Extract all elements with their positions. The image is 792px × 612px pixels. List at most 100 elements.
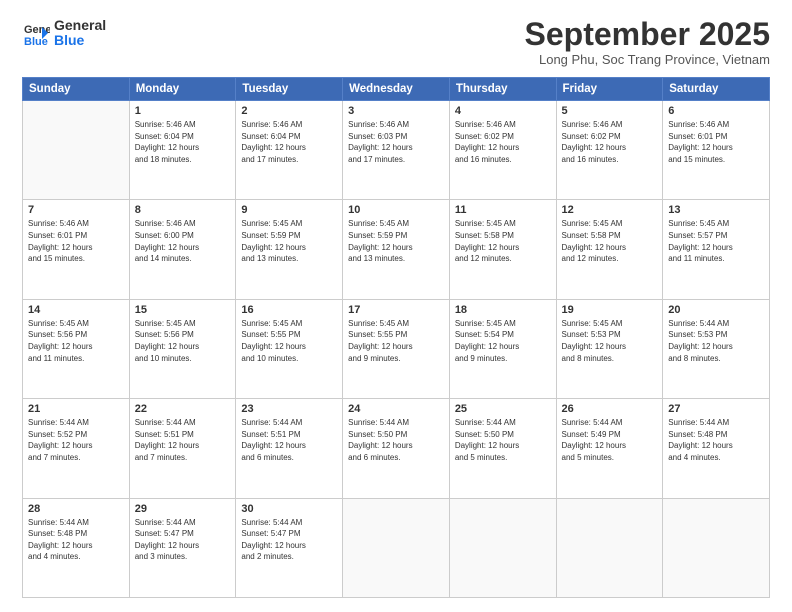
calendar-cell: 10Sunrise: 5:45 AM Sunset: 5:59 PM Dayli… — [343, 200, 450, 299]
calendar-cell: 8Sunrise: 5:46 AM Sunset: 6:00 PM Daylig… — [129, 200, 236, 299]
title-area: September 2025 Long Phu, Soc Trang Provi… — [525, 18, 770, 67]
calendar-cell: 12 Sunrise: 5:45 AM Sunset: 5:58 PM Dayli… — [556, 200, 663, 299]
cell-info-text: Sunrise: 5:44 AM Sunset: 5:48 PM Dayligh… — [28, 517, 124, 563]
cell-date-number: 3 — [348, 105, 444, 117]
cell-date-number: 19 — [562, 304, 658, 316]
calendar-week-row: 1 Sunrise: 5:46 AM Sunset: 6:04 PM Daylig… — [23, 101, 770, 200]
header: General Blue General Blue September 2025… — [22, 18, 770, 67]
calendar-cell: 5Sunrise: 5:46 AM Sunset: 6:02 PM Daylig… — [556, 101, 663, 200]
cell-info-text: Sunrise: 5:45 AM Sunset: 5:55 PM Dayligh… — [241, 318, 337, 364]
weekday-header-sunday: Sunday — [23, 78, 130, 101]
calendar-cell: 23 Sunrise: 5:44 AM Sunset: 5:51 PM Dayli… — [236, 399, 343, 498]
cell-info-text: Sunrise: 5:44 AM Sunset: 5:50 PM Dayligh… — [348, 417, 444, 463]
cell-date-number: 6 — [668, 105, 764, 117]
cell-info-text: Sunrise: 5:44 AM Sunset: 5:47 PM Dayligh… — [241, 517, 337, 563]
calendar-cell: 25 Sunrise: 5:44 AM Sunset: 5:50 PM Dayli… — [449, 399, 556, 498]
logo: General Blue General Blue — [22, 18, 106, 49]
weekday-header-thursday: Thursday — [449, 78, 556, 101]
calendar-cell: 29 Sunrise: 5:44 AM Sunset: 5:47 PM Dayli… — [129, 498, 236, 597]
cell-date-number: 14 — [28, 304, 124, 316]
cell-info-text: Sunrise: 5:46 AM Sunset: 6:04 PM Dayligh… — [241, 119, 337, 165]
weekday-header-tuesday: Tuesday — [236, 78, 343, 101]
weekday-header-saturday: Saturday — [663, 78, 770, 101]
cell-date-number: 28 — [28, 503, 124, 515]
cell-info-text: Sunrise: 5:44 AM Sunset: 5:47 PM Dayligh… — [135, 517, 231, 563]
cell-date-number: 30 — [241, 503, 337, 515]
calendar-cell — [556, 498, 663, 597]
cell-date-number: 12 — [562, 204, 658, 216]
cell-date-number: 2 — [241, 105, 337, 117]
calendar-week-row: 7 Sunrise: 5:46 AM Sunset: 6:01 PM Daylig… — [23, 200, 770, 299]
cell-info-text: Sunrise: 5:46 AM Sunset: 6:02 PM Dayligh… — [562, 119, 658, 165]
cell-info-text: Sunrise: 5:44 AM Sunset: 5:53 PM Dayligh… — [668, 318, 764, 364]
weekday-header-friday: Friday — [556, 78, 663, 101]
calendar-cell: 7 Sunrise: 5:46 AM Sunset: 6:01 PM Daylig… — [23, 200, 130, 299]
cell-date-number: 23 — [241, 403, 337, 415]
calendar-cell: 27Sunrise: 5:44 AM Sunset: 5:48 PM Dayli… — [663, 399, 770, 498]
calendar-cell — [663, 498, 770, 597]
calendar-cell: 17Sunrise: 5:45 AM Sunset: 5:55 PM Dayli… — [343, 299, 450, 398]
cell-info-text: Sunrise: 5:46 AM Sunset: 6:01 PM Dayligh… — [668, 119, 764, 165]
cell-info-text: Sunrise: 5:45 AM Sunset: 5:59 PM Dayligh… — [348, 218, 444, 264]
cell-info-text: Sunrise: 5:44 AM Sunset: 5:48 PM Dayligh… — [668, 417, 764, 463]
cell-info-text: Sunrise: 5:44 AM Sunset: 5:49 PM Dayligh… — [562, 417, 658, 463]
cell-date-number: 29 — [135, 503, 231, 515]
cell-date-number: 7 — [28, 204, 124, 216]
cell-date-number: 4 — [455, 105, 551, 117]
cell-date-number: 21 — [28, 403, 124, 415]
cell-date-number: 24 — [348, 403, 444, 415]
calendar-week-row: 21 Sunrise: 5:44 AM Sunset: 5:52 PM Dayli… — [23, 399, 770, 498]
cell-info-text: Sunrise: 5:46 AM Sunset: 6:02 PM Dayligh… — [455, 119, 551, 165]
cell-info-text: Sunrise: 5:45 AM Sunset: 5:56 PM Dayligh… — [135, 318, 231, 364]
cell-info-text: Sunrise: 5:46 AM Sunset: 6:01 PM Dayligh… — [28, 218, 124, 264]
weekday-header-row: SundayMondayTuesdayWednesdayThursdayFrid… — [23, 78, 770, 101]
cell-date-number: 25 — [455, 403, 551, 415]
calendar-cell: 14 Sunrise: 5:45 AM Sunset: 5:56 PM Dayli… — [23, 299, 130, 398]
calendar-week-row: 14 Sunrise: 5:45 AM Sunset: 5:56 PM Dayli… — [23, 299, 770, 398]
weekday-header-wednesday: Wednesday — [343, 78, 450, 101]
calendar-cell: 22 Sunrise: 5:44 AM Sunset: 5:51 PM Dayli… — [129, 399, 236, 498]
cell-info-text: Sunrise: 5:44 AM Sunset: 5:52 PM Dayligh… — [28, 417, 124, 463]
cell-info-text: Sunrise: 5:46 AM Sunset: 6:03 PM Dayligh… — [348, 119, 444, 165]
cell-info-text: Sunrise: 5:44 AM Sunset: 5:51 PM Dayligh… — [241, 417, 337, 463]
cell-info-text: Sunrise: 5:45 AM Sunset: 5:58 PM Dayligh… — [455, 218, 551, 264]
cell-info-text: Sunrise: 5:45 AM Sunset: 5:58 PM Dayligh… — [562, 218, 658, 264]
cell-info-text: Sunrise: 5:44 AM Sunset: 5:50 PM Dayligh… — [455, 417, 551, 463]
calendar-cell: 6 Sunrise: 5:46 AM Sunset: 6:01 PM Daylig… — [663, 101, 770, 200]
logo-icon: General Blue — [22, 19, 50, 47]
calendar-cell: 28 Sunrise: 5:44 AM Sunset: 5:48 PM Dayli… — [23, 498, 130, 597]
calendar-cell: 3 Sunrise: 5:46 AM Sunset: 6:03 PM Daylig… — [343, 101, 450, 200]
calendar-cell: 24 Sunrise: 5:44 AM Sunset: 5:50 PM Dayli… — [343, 399, 450, 498]
cell-date-number: 17 — [348, 304, 444, 316]
cell-date-number: 18 — [455, 304, 551, 316]
month-title: September 2025 — [525, 18, 770, 50]
cell-date-number: 26 — [562, 403, 658, 415]
cell-date-number: 13 — [668, 204, 764, 216]
calendar-cell: 18 Sunrise: 5:45 AM Sunset: 5:54 PM Dayli… — [449, 299, 556, 398]
cell-date-number: 11 — [455, 204, 551, 216]
cell-date-number: 22 — [135, 403, 231, 415]
weekday-header-monday: Monday — [129, 78, 236, 101]
cell-date-number: 20 — [668, 304, 764, 316]
logo-text-blue: Blue — [54, 33, 106, 48]
calendar-cell — [23, 101, 130, 200]
cell-info-text: Sunrise: 5:45 AM Sunset: 5:56 PM Dayligh… — [28, 318, 124, 364]
cell-info-text: Sunrise: 5:45 AM Sunset: 5:57 PM Dayligh… — [668, 218, 764, 264]
page: General Blue General Blue September 2025… — [0, 0, 792, 612]
cell-info-text: Sunrise: 5:46 AM Sunset: 6:00 PM Dayligh… — [135, 218, 231, 264]
cell-info-text: Sunrise: 5:44 AM Sunset: 5:51 PM Dayligh… — [135, 417, 231, 463]
calendar-cell — [449, 498, 556, 597]
calendar-cell: 30 Sunrise: 5:44 AM Sunset: 5:47 PM Dayli… — [236, 498, 343, 597]
cell-date-number: 1 — [135, 105, 231, 117]
calendar-cell: 20 Sunrise: 5:44 AM Sunset: 5:53 PM Dayli… — [663, 299, 770, 398]
calendar-cell: 13 Sunrise: 5:45 AM Sunset: 5:57 PM Dayli… — [663, 200, 770, 299]
calendar-cell: 21 Sunrise: 5:44 AM Sunset: 5:52 PM Dayli… — [23, 399, 130, 498]
calendar-cell: 2 Sunrise: 5:46 AM Sunset: 6:04 PM Daylig… — [236, 101, 343, 200]
cell-date-number: 9 — [241, 204, 337, 216]
cell-info-text: Sunrise: 5:45 AM Sunset: 5:54 PM Dayligh… — [455, 318, 551, 364]
cell-info-text: Sunrise: 5:45 AM Sunset: 5:59 PM Dayligh… — [241, 218, 337, 264]
calendar-cell: 4 Sunrise: 5:46 AM Sunset: 6:02 PM Daylig… — [449, 101, 556, 200]
calendar-cell: 11 Sunrise: 5:45 AM Sunset: 5:58 PM Dayli… — [449, 200, 556, 299]
calendar-cell: 16Sunrise: 5:45 AM Sunset: 5:55 PM Dayli… — [236, 299, 343, 398]
cell-info-text: Sunrise: 5:45 AM Sunset: 5:53 PM Dayligh… — [562, 318, 658, 364]
